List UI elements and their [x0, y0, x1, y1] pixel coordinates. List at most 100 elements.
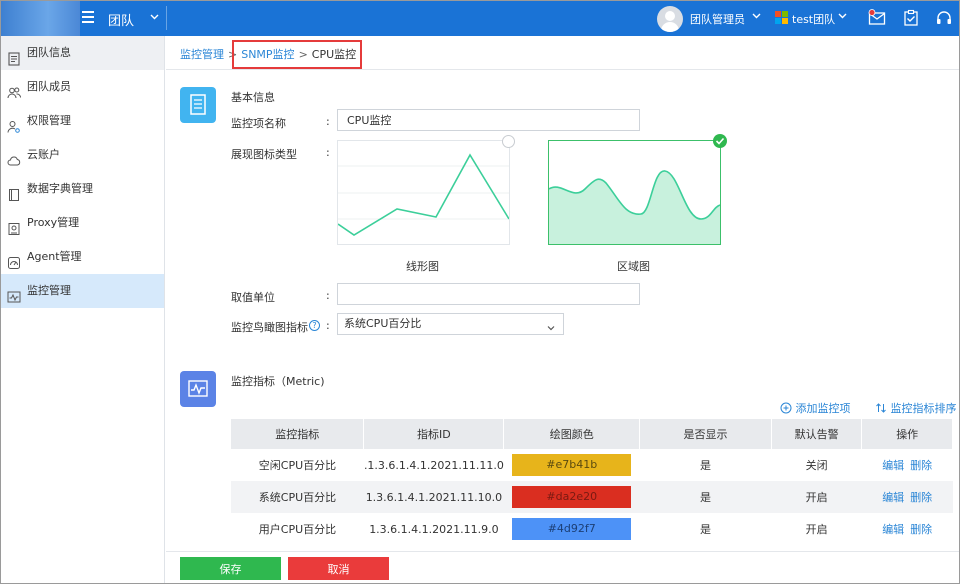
metrics-table: 监控指标 指标ID 绘图颜色 是否显示 默认告警 操作 空闲CPU百分比 .1.…	[231, 419, 953, 545]
edit-link[interactable]: 编辑	[882, 523, 904, 536]
org-logo-icon	[775, 11, 788, 24]
form-footer: 保存 取消	[166, 551, 960, 584]
edit-link[interactable]: 编辑	[882, 459, 904, 472]
role-label[interactable]: 团队管理员	[690, 11, 745, 27]
chart-type-label: 展现图标类型	[231, 148, 297, 161]
column-header: 操作	[861, 419, 953, 449]
cloud-icon	[7, 148, 21, 166]
sidebar-item-label: 云账户	[27, 148, 60, 161]
sidebar-item-label: 团队成员	[27, 80, 71, 93]
sidebar-item-label: 数据字典管理	[27, 182, 93, 195]
colon: :	[326, 115, 330, 128]
brand-logo	[0, 0, 80, 36]
breadcrumb: 监控管理 > SNMP监控 > CPU监控	[166, 36, 960, 70]
cancel-button[interactable]: 取消	[288, 557, 389, 580]
unit-input[interactable]	[337, 283, 640, 305]
main-content: 基本信息 监控项名称 : 展现图标类型 : 线形图 区域图 取值单位 : 监控鸟…	[166, 71, 960, 551]
checkmark-icon[interactable]	[713, 134, 727, 148]
table-row: 空闲CPU百分比 .1.3.6.1.4.1.2021.11.11.0 #e7b4…	[231, 449, 953, 481]
color-chip[interactable]: #da2e20	[512, 486, 632, 508]
metric-visible: 是	[639, 449, 772, 481]
color-chip[interactable]: #4d92f7	[512, 518, 632, 540]
column-header: 是否显示	[639, 419, 772, 449]
metric-actions: 编辑 删除	[861, 513, 953, 545]
sidebar-item-label: Agent管理	[27, 250, 82, 263]
metric-alarm: 开启	[771, 481, 862, 513]
save-button[interactable]: 保存	[180, 557, 281, 580]
help-icon[interactable]: ?	[309, 320, 320, 331]
column-header: 指标ID	[363, 419, 505, 449]
metric-alarm: 开启	[771, 513, 862, 545]
metric-color-cell: #da2e20	[503, 481, 640, 513]
agent-icon	[7, 250, 21, 269]
hamburger-menu-icon[interactable]	[82, 11, 94, 23]
sidebar-item-cloud-account[interactable]: 云账户	[0, 138, 164, 172]
clipboard-check-icon[interactable]	[902, 9, 920, 27]
column-header: 监控指标	[231, 419, 365, 449]
delete-link[interactable]: 删除	[910, 491, 932, 504]
radio-unselected-icon[interactable]	[502, 135, 515, 148]
breadcrumb-highlight-box	[232, 40, 362, 69]
edit-link[interactable]: 编辑	[882, 491, 904, 504]
headset-icon[interactable]	[935, 9, 953, 27]
monitor-name-input[interactable]	[337, 109, 640, 131]
proxy-icon	[7, 216, 21, 235]
area-chart-preview-icon	[548, 170, 721, 244]
team-title[interactable]: 团队	[108, 10, 134, 29]
document-icon	[180, 87, 216, 123]
sort-metrics-button[interactable]: 监控指标排序	[875, 400, 957, 416]
sidebar-item-team-info[interactable]: 团队信息	[0, 36, 164, 70]
delete-link[interactable]: 删除	[910, 459, 932, 472]
chart-option-area[interactable]	[548, 134, 727, 245]
color-chip[interactable]: #e7b41b	[512, 454, 632, 476]
breadcrumb-link-monitoring[interactable]: 监控管理	[180, 48, 224, 61]
sidebar-item-proxy[interactable]: Proxy管理	[0, 206, 164, 240]
metric-id: 1.3.6.1.4.1.2021.11.10.0	[363, 481, 504, 513]
metric-visible: 是	[639, 513, 772, 545]
top-bar: 团队 团队管理员 test团队	[0, 0, 960, 36]
sidebar-item-label: 团队信息	[27, 46, 71, 59]
chart-option-line[interactable]	[337, 135, 515, 245]
thumbnail-metric-label: 监控鸟瞰图指标	[231, 321, 308, 334]
chart-caption-line: 线形图	[406, 260, 439, 273]
add-metric-label: 添加监控项	[795, 402, 851, 415]
chart-caption-area: 区域图	[617, 260, 650, 273]
metric-actions: 编辑 删除	[861, 449, 953, 481]
document-icon	[7, 46, 21, 66]
avatar[interactable]	[657, 6, 683, 32]
colon: :	[326, 289, 330, 302]
table-row: 系统CPU百分比 1.3.6.1.4.1.2021.11.10.0 #da2e2…	[231, 481, 953, 513]
thumbnail-metric-select[interactable]: 系统CPU百分比	[337, 313, 564, 335]
sidebar-item-agent[interactable]: Agent管理	[0, 240, 164, 274]
metric-alarm: 关闭	[771, 449, 862, 481]
column-header: 绘图颜色	[503, 419, 641, 449]
metric-name: 空闲CPU百分比	[231, 449, 364, 481]
table-row: 用户CPU百分比 1.3.6.1.4.1.2021.11.9.0 #4d92f7…	[231, 513, 953, 545]
table-header-row: 监控指标 指标ID 绘图颜色 是否显示 默认告警 操作	[231, 419, 953, 449]
mail-icon[interactable]	[868, 9, 886, 27]
metric-actions: 编辑 删除	[861, 481, 953, 513]
monitor-icon	[7, 284, 21, 303]
metric-visible: 是	[639, 481, 772, 513]
sidebar-item-dictionary[interactable]: 数据字典管理	[0, 172, 164, 206]
sidebar-item-monitoring[interactable]: 监控管理	[0, 274, 164, 308]
book-icon	[7, 182, 21, 201]
sidebar-item-permissions[interactable]: 权限管理	[0, 104, 164, 138]
chevron-down-icon[interactable]	[150, 12, 159, 24]
metric-id: .1.3.6.1.4.1.2021.11.11.0	[363, 449, 504, 481]
user-key-icon	[7, 114, 21, 133]
chevron-down-icon[interactable]	[752, 11, 761, 23]
chevron-down-icon[interactable]	[838, 11, 847, 23]
delete-link[interactable]: 删除	[910, 523, 932, 536]
add-metric-button[interactable]: 添加监控项	[780, 400, 851, 416]
sidebar-item-label: Proxy管理	[27, 216, 80, 229]
metric-id: 1.3.6.1.4.1.2021.11.9.0	[363, 513, 504, 545]
sidebar-item-label: 权限管理	[27, 114, 71, 127]
name-label: 监控项名称	[231, 117, 286, 130]
org-label[interactable]: test团队	[792, 11, 835, 27]
sidebar-item-team-members[interactable]: 团队成员	[0, 70, 164, 104]
line-chart-preview-icon	[337, 153, 510, 236]
colon: :	[326, 319, 330, 332]
sort-icon	[876, 403, 886, 413]
sidebar: 团队信息 团队成员 权限管理 云账户 数据字典管理 Proxy管理 Agent管…	[0, 36, 165, 584]
